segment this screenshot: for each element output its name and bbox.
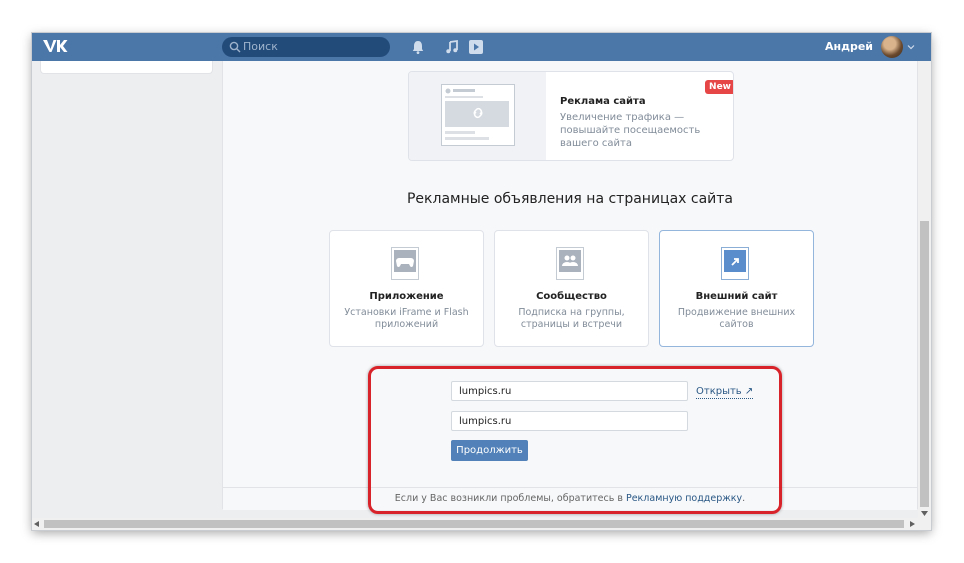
site-ad-card[interactable]: New Реклама сайта Увеличение трафика — п… [408,71,734,161]
search-input[interactable]: Поиск [222,37,390,57]
avatar[interactable] [881,36,903,58]
ad-type-title: Приложение [369,291,444,302]
scroll-right-icon[interactable] [910,521,915,527]
site-ad-title: Реклама сайта [560,96,646,107]
site-ad-thumbnail [409,72,546,160]
horizontal-scroll-thumb[interactable] [44,520,904,528]
play-icon[interactable] [468,39,484,55]
bell-icon[interactable] [410,39,426,55]
gamepad-icon [391,247,419,280]
ad-type-app-card[interactable]: Приложение Установки iFrame и Flash прил… [329,230,484,347]
search-placeholder: Поиск [243,40,278,53]
ad-type-description: Продвижение внешних сайтов [677,307,796,330]
new-badge: New [705,80,733,94]
site-ad-description: Увеличение трафика — повышайте посещаемо… [560,112,701,149]
ad-type-description: Подписка на группы, страницы и встречи [518,307,625,330]
scroll-left-icon[interactable] [34,521,39,527]
browser-window: Поиск Андрей New Реклама сайта Увеличени… [32,33,931,530]
ad-type-community-card[interactable]: Сообщество Подписка на группы, страницы … [494,230,649,347]
external-link-icon [721,247,749,280]
search-icon [229,41,241,53]
top-navigation-bar: Поиск Андрей [32,33,931,61]
left-sidebar-panel [40,61,213,74]
ad-type-external-site-card[interactable]: Внешний сайт Продвижение внешних сайтов [659,230,814,347]
chevron-down-icon[interactable] [907,43,915,51]
community-icon [556,247,584,280]
section-heading: Рекламные объявления на страницах сайта [406,191,734,207]
vertical-scrollbar[interactable] [918,61,931,518]
horizontal-scrollbar[interactable] [32,518,931,530]
scroll-down-icon[interactable] [921,511,928,516]
ad-type-description: Установки iFrame и Flash приложений [344,307,469,330]
ad-type-title: Сообщество [536,291,607,302]
vk-logo-icon[interactable] [42,38,68,56]
vertical-scroll-thumb[interactable] [920,221,929,507]
browser-page-icon [441,84,515,146]
user-name[interactable]: Андрей [825,33,873,61]
music-icon[interactable] [444,39,460,55]
ad-type-title: Внешний сайт [695,291,778,302]
highlight-frame [368,366,782,514]
